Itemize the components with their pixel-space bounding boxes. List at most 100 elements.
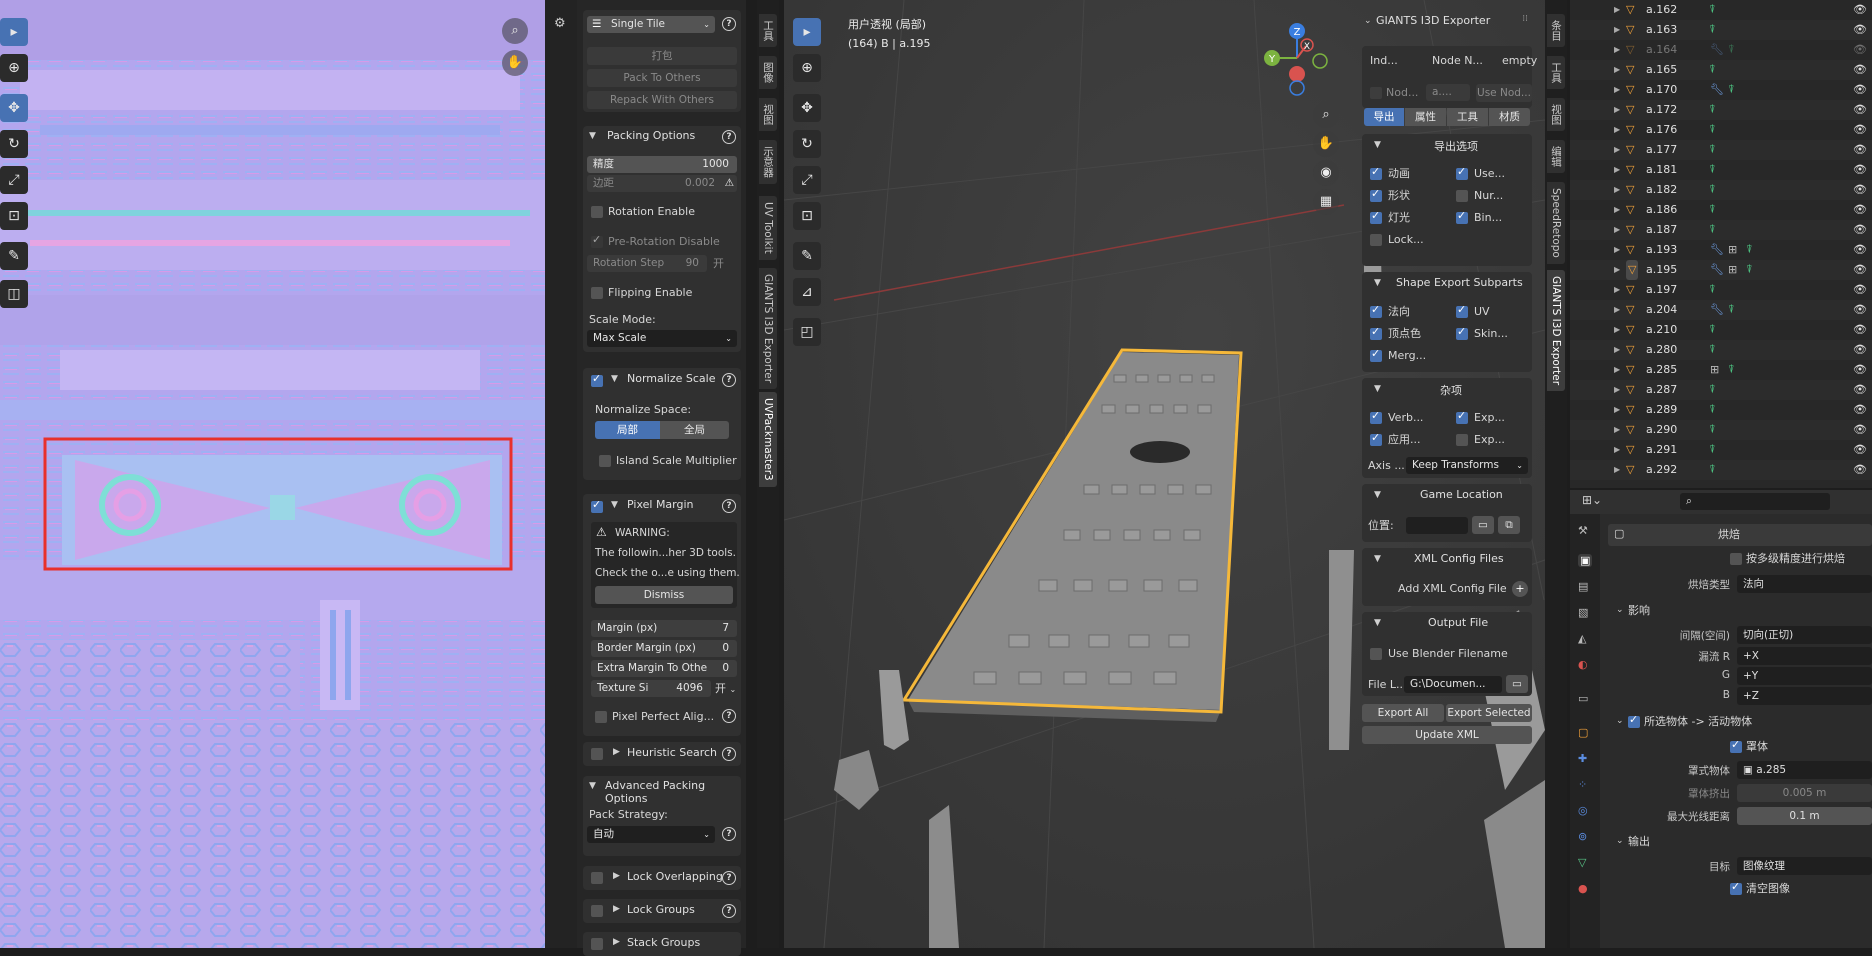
visibility-eye-icon[interactable]: 👁︎ (1853, 440, 1867, 460)
normalize-local-button[interactable]: 局部 (595, 421, 660, 439)
data-tab-icon[interactable]: ▽ (1578, 856, 1586, 869)
lock-overlapping-checkbox[interactable] (591, 872, 603, 884)
tab-view[interactable]: 视图 (1547, 98, 1565, 131)
expand-arrow-icon[interactable]: ▶ (1614, 420, 1620, 440)
visibility-eye-icon[interactable]: 👁︎ (1853, 40, 1867, 60)
transform-tool[interactable]: ⊡ (0, 202, 28, 230)
shape-uv-checkbox[interactable] (1456, 303, 1468, 318)
pan-hand-icon[interactable]: ✋ (502, 50, 528, 76)
outliner-row[interactable]: ▶ ▽ a.172 ⍒ 👁︎ (1570, 100, 1872, 120)
outliner-row[interactable]: ▶ ▽ a.181 ⍒ 👁︎ (1570, 160, 1872, 180)
expand-arrow-icon[interactable]: ▶ (1614, 20, 1620, 40)
outliner-row[interactable]: ▶ ▽ a.289 ⍒ 👁︎ (1570, 400, 1872, 420)
axis-select[interactable]: Keep Transforms ⌄ (1406, 457, 1528, 474)
tab-view[interactable]: 视图 (759, 98, 777, 131)
settings-gear-icon[interactable]: ⚙ (554, 16, 566, 31)
expand-triangle-icon[interactable]: ▼ (1374, 618, 1381, 628)
export-lock-checkbox[interactable] (1370, 234, 1382, 246)
help-icon[interactable]: ? (722, 871, 736, 885)
flipping-enable-checkbox[interactable] (591, 287, 603, 299)
margin-px-field[interactable]: Margin (px) 7 (591, 620, 737, 637)
expand-triangle-icon[interactable]: ▼ (1374, 384, 1381, 394)
expand-triangle-icon[interactable]: ⌄ (1616, 836, 1624, 846)
export-lights-checkbox[interactable] (1370, 209, 1382, 224)
multires-checkbox[interactable] (1730, 553, 1742, 565)
outliner-row[interactable]: ▶ ▽ a.165 ⍒ 👁︎ (1570, 60, 1872, 80)
cage-object-field[interactable]: ▣ a.285 (1737, 761, 1872, 779)
bake-panel-header[interactable]: ▢ 烘焙 (1608, 524, 1872, 546)
texture-size-toggle[interactable]: 开 ⌄ (715, 680, 736, 697)
tab-giants-exporter[interactable]: GIANTS I3D Exporter (1547, 270, 1565, 392)
expand-arrow-icon[interactable]: ▶ (1614, 460, 1620, 480)
add-xml-label[interactable]: Add XML Config File (1398, 580, 1507, 597)
help-icon[interactable]: ? (722, 373, 736, 387)
cage-checkbox[interactable] (1730, 738, 1742, 753)
outliner-row[interactable]: ▶ ▽ a.210 ⍒ 👁︎ (1570, 320, 1872, 340)
visibility-eye-icon[interactable]: 👁︎ (1853, 0, 1867, 20)
use-blender-filename-checkbox[interactable] (1370, 648, 1382, 660)
visibility-eye-icon[interactable]: 👁︎ (1853, 360, 1867, 380)
expand-triangle-icon[interactable]: ▶ (613, 747, 620, 757)
help-icon[interactable]: ? (722, 17, 736, 31)
expand-arrow-icon[interactable]: ▶ (1614, 380, 1620, 400)
output-tab-icon[interactable]: ▤ (1578, 580, 1588, 593)
outliner-row[interactable]: ▶ ▽ a.291 ⍒ 👁︎ (1570, 440, 1872, 460)
outliner-row[interactable]: ▶ ▽ a.204 🔧︎ ⍒ 👁︎ (1570, 300, 1872, 320)
expand-triangle-icon[interactable]: ⌄ (1616, 605, 1624, 615)
help-icon[interactable]: ? (722, 904, 736, 918)
modifier-tab-icon[interactable]: ✚ (1578, 752, 1587, 765)
visibility-eye-icon[interactable]: 👁︎ (1853, 460, 1867, 480)
tab-item[interactable]: 条目 (1547, 14, 1565, 47)
rotate-tool[interactable]: ↻ (0, 130, 28, 158)
outliner-row[interactable]: ▶ ▽ a.162 ⍒ 👁︎ (1570, 0, 1872, 20)
extra-margin-field[interactable]: Extra Margin To Othe 0 (591, 660, 737, 677)
rotation-enable-checkbox[interactable] (591, 206, 603, 218)
collapse-triangle-icon[interactable]: ⌄ (1364, 16, 1372, 26)
dismiss-button[interactable]: Dismiss (595, 586, 733, 604)
texture-size-field[interactable]: Texture Si 4096 (591, 680, 711, 697)
annotate-tool[interactable]: ✎ (793, 242, 821, 270)
render-tab-icon[interactable]: ▣ (1578, 554, 1593, 567)
measure-tool[interactable]: ⊿ (793, 278, 821, 306)
outliner-row[interactable]: ▶ ▽ a.187 ⍒ 👁︎ (1570, 220, 1872, 240)
shape-vertex-color-checkbox[interactable] (1370, 325, 1382, 340)
add-plus-icon[interactable]: + (1512, 581, 1528, 597)
move-tool[interactable]: ✥ (0, 94, 28, 122)
visibility-eye-icon[interactable]: 👁︎ (1853, 200, 1867, 220)
visibility-eye-icon[interactable]: 👁︎ (1853, 100, 1867, 120)
expand-arrow-icon[interactable]: ▶ (1614, 60, 1620, 80)
expand-arrow-icon[interactable]: ▶ (1614, 120, 1620, 140)
expand-arrow-icon[interactable]: ▶ (1614, 280, 1620, 300)
visibility-eye-icon[interactable]: 👁︎ (1853, 280, 1867, 300)
outliner-row[interactable]: ▶ ▽ a.193 🔧︎ ⊞ ⍒ 👁︎ (1570, 240, 1872, 260)
expand-arrow-icon[interactable]: ▶ (1614, 200, 1620, 220)
repack-with-others-button[interactable]: Repack With Others (587, 91, 737, 109)
help-icon[interactable]: ? (722, 709, 736, 723)
node-field[interactable]: a.... (1426, 84, 1470, 101)
rotation-step-toggle[interactable]: 开 (713, 255, 724, 272)
expand-arrow-icon[interactable]: ▶ (1614, 0, 1620, 20)
outliner-row[interactable]: ▶ ▽ a.170 🔧︎ ⍒ 👁︎ (1570, 80, 1872, 100)
physics-tab-icon[interactable]: ◎ (1578, 804, 1588, 817)
export-nurbs-checkbox[interactable] (1456, 190, 1468, 202)
pack-button[interactable]: 打包 (587, 47, 737, 65)
tab-tools[interactable]: 工具 (1447, 108, 1488, 126)
outliner-row[interactable]: ▶ ▽ a.280 ⍒ 👁︎ (1570, 340, 1872, 360)
tab-image[interactable]: 图像 (759, 56, 777, 89)
export-shapes-checkbox[interactable] (1370, 187, 1382, 202)
outliner-row[interactable]: ▶ ▽ a.164 🔧︎ ⍒ 👁︎ (1570, 40, 1872, 60)
expand-arrow-icon[interactable]: ▶ (1614, 40, 1620, 60)
scene-tab-icon[interactable]: ◭ (1578, 632, 1586, 645)
zoom-icon[interactable]: ⌕ (502, 18, 528, 44)
help-icon[interactable]: ? (722, 130, 736, 144)
expand-triangle-icon[interactable]: ▼ (1374, 554, 1381, 564)
margin-field[interactable]: 边距 0.002 ⚠ (587, 175, 737, 192)
expand-arrow-icon[interactable]: ▶ (1614, 80, 1620, 100)
visibility-eye-icon[interactable]: 👁︎ (1853, 120, 1867, 140)
uv-editor[interactable]: ▸ ⊕ ✥ ↻ ⤢ ⊡ ✎ ◫ ⌕ ✋ (0, 0, 545, 948)
border-margin-field[interactable]: Border Margin (px) 0 (591, 640, 737, 657)
annotate-tool[interactable]: ✎ (0, 242, 28, 270)
visibility-eye-icon[interactable]: 👁︎ (1853, 340, 1867, 360)
bake-target-select[interactable]: 图像纹理 (1737, 857, 1872, 875)
game-location-field[interactable] (1406, 517, 1468, 534)
